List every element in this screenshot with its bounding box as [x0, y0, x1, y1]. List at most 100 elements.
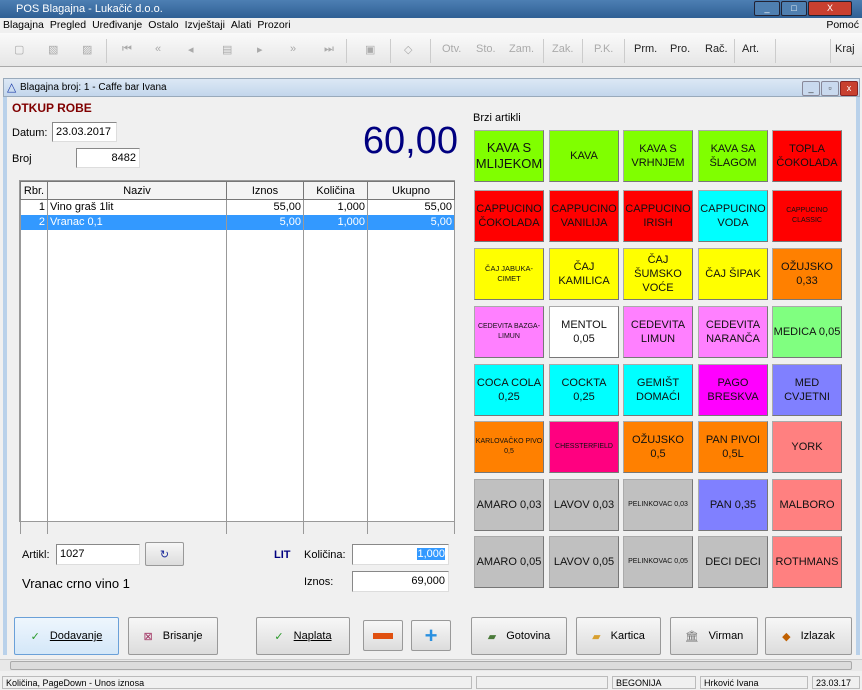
quick-item-button[interactable]: KARLOVAČKO PIVO 0,5: [474, 421, 544, 473]
menu-pregled[interactable]: Pregled: [47, 18, 89, 32]
col-naziv[interactable]: Naziv: [47, 181, 227, 200]
toolbar-zam[interactable]: Zam.: [509, 43, 534, 55]
pay-button[interactable]: ✓ Naplata: [256, 617, 350, 655]
date-field[interactable]: 23.03.2017: [52, 122, 117, 142]
menu-izvjestaji[interactable]: Izvještaji: [182, 18, 228, 32]
toolbar-pro[interactable]: Pro.: [670, 43, 690, 55]
quick-item-button[interactable]: KAVA SA ŠLAGOM: [698, 130, 768, 182]
quick-item-button[interactable]: CAPPUCINO ČOKOLADA: [474, 190, 544, 242]
close-button[interactable]: X: [808, 1, 852, 16]
quick-item-button[interactable]: AMARO 0,03: [474, 479, 544, 531]
quick-item-button[interactable]: OŽUJSKO 0,5: [623, 421, 693, 473]
quick-item-button[interactable]: YORK: [772, 421, 842, 473]
quick-item-button[interactable]: CEDEVITA LIMUN: [623, 306, 693, 358]
quick-item-button[interactable]: MENTOL 0,05: [549, 306, 619, 358]
quick-item-button[interactable]: LAVOV 0,03: [549, 479, 619, 531]
quick-item-button[interactable]: TOPLA ČOKOLADA: [772, 130, 842, 182]
next-page-icon[interactable]: »: [290, 43, 296, 55]
minimize-button[interactable]: _: [754, 1, 780, 16]
edit-icon[interactable]: ▧: [48, 43, 58, 56]
quick-item-button[interactable]: KAVA S VRHNJEM: [623, 130, 693, 182]
kolicina-field[interactable]: 1,000: [352, 544, 449, 565]
transfer-button[interactable]: 🏛 Virman: [670, 617, 758, 655]
prev-page-icon[interactable]: «: [155, 43, 161, 55]
horizontal-scrollbar[interactable]: [0, 659, 862, 671]
quick-item-button[interactable]: PAN PIVOI 0,5L: [698, 421, 768, 473]
delete-button[interactable]: ⊠ Brisanje: [128, 617, 218, 655]
quick-item-button[interactable]: ROTHMANS: [772, 536, 842, 588]
scrollbar-thumb[interactable]: [10, 661, 852, 670]
exit-button[interactable]: ◆ Izlazak: [765, 617, 852, 655]
quick-item-button[interactable]: OŽUJSKO 0,33: [772, 248, 842, 300]
new-icon[interactable]: ▢: [14, 43, 24, 56]
cash-button[interactable]: ▰ Gotovina: [471, 617, 567, 655]
toolbar-sto[interactable]: Sto.: [476, 43, 496, 55]
last-icon[interactable]: ⏭: [324, 43, 334, 56]
quick-item-button[interactable]: PELINKOVAC 0,03: [623, 479, 693, 531]
toolbar-art[interactable]: Art.: [742, 43, 759, 55]
quick-item-button[interactable]: CAPPUCINO CLASSIC: [772, 190, 842, 242]
quick-item-button[interactable]: MALBORO: [772, 479, 842, 531]
menu-ostalo[interactable]: Ostalo: [145, 18, 181, 32]
quick-item-button[interactable]: MEDICA 0,05: [772, 306, 842, 358]
prev-icon[interactable]: ◂: [188, 43, 194, 56]
quick-item-button[interactable]: CAPPUCINO VANILIJA: [549, 190, 619, 242]
quick-item-button[interactable]: PAGO BRESKVA: [698, 364, 768, 416]
child-minimize-button[interactable]: _: [802, 81, 820, 96]
quick-item-button[interactable]: GEMIŠT DOMAĆI: [623, 364, 693, 416]
toolbar-rac[interactable]: Rač.: [705, 43, 728, 55]
col-kolicina[interactable]: Količina: [303, 181, 368, 200]
quick-item-button[interactable]: CAPPUCINO VODA: [698, 190, 768, 242]
doc-icon[interactable]: ▤: [222, 43, 232, 56]
minus-button[interactable]: [363, 620, 403, 651]
quick-item-button[interactable]: PELINKOVAC 0,05: [623, 536, 693, 588]
plus-button[interactable]: +: [411, 620, 451, 651]
quick-item-button[interactable]: PAN 0,35: [698, 479, 768, 531]
quick-item-button[interactable]: CEDEVITA NARANČA: [698, 306, 768, 358]
quick-item-button[interactable]: CEDEVITA BAZGA-LIMUN: [474, 306, 544, 358]
menu-prozori[interactable]: Prozori: [254, 18, 293, 32]
col-iznos[interactable]: Iznos: [226, 181, 304, 200]
toolbar-kraj[interactable]: Kraj: [835, 43, 855, 55]
quick-item-button[interactable]: ČAJ ŠIPAK: [698, 248, 768, 300]
toolbar-pk[interactable]: P.K.: [594, 43, 613, 55]
menu-uredivanje[interactable]: Uređivanje: [89, 18, 145, 32]
quick-item-button[interactable]: COCA COLA 0,25: [474, 364, 544, 416]
quick-item-button[interactable]: AMARO 0,05: [474, 536, 544, 588]
toolbar-prm[interactable]: Prm.: [634, 43, 657, 55]
col-ukupno[interactable]: Ukupno: [367, 181, 455, 200]
card-button[interactable]: ▰ Kartica: [576, 617, 661, 655]
delete-doc-icon[interactable]: ▨: [82, 43, 92, 56]
quick-item-button[interactable]: ČAJ JABUKA-CIMET: [474, 248, 544, 300]
lookup-button[interactable]: ↻: [145, 542, 184, 566]
quick-item-button[interactable]: CHESSTERFIELD: [549, 421, 619, 473]
menu-blagajna[interactable]: Blagajna: [0, 18, 47, 32]
first-icon[interactable]: ⏮: [122, 43, 132, 56]
next-icon[interactable]: ▸: [257, 43, 263, 56]
toolbar-otv[interactable]: Otv.: [442, 43, 461, 55]
iznos-field[interactable]: 69,000: [352, 571, 449, 592]
quick-item-button[interactable]: MED CVJETNI: [772, 364, 842, 416]
child-restore-button[interactable]: ▫: [821, 81, 839, 96]
broj-field[interactable]: 8482: [76, 148, 140, 168]
add-button[interactable]: ✓ Dodavanje: [14, 617, 119, 655]
quick-item-button[interactable]: KAVA S MLIJEKOM: [474, 130, 544, 182]
toolbar-zak[interactable]: Zak.: [552, 43, 573, 55]
quick-item-button[interactable]: LAVOV 0,05: [549, 536, 619, 588]
table-row-selected[interactable]: 2 Vranac 0,1 5,00 1,000 5,00: [20, 214, 455, 230]
quick-item-button[interactable]: KAVA: [549, 130, 619, 182]
quick-item-button[interactable]: DECI DECI: [698, 536, 768, 588]
col-rbr[interactable]: Rbr.: [20, 181, 48, 200]
child-close-button[interactable]: x: [840, 81, 858, 96]
print-icon[interactable]: ▣: [365, 43, 375, 56]
tag-icon[interactable]: ◇: [404, 43, 412, 56]
quick-item-button[interactable]: COCKTA 0,25: [549, 364, 619, 416]
artikl-field[interactable]: 1027: [56, 544, 140, 565]
quick-item-button[interactable]: ČAJ KAMILICA: [549, 248, 619, 300]
quick-item-button[interactable]: CAPPUCINO IRISH: [623, 190, 693, 242]
maximize-button[interactable]: □: [781, 1, 807, 16]
menu-alati[interactable]: Alati: [228, 18, 254, 32]
quick-item-button[interactable]: ČAJ ŠUMSKO VOĆE: [623, 248, 693, 300]
menu-help[interactable]: Pomoć: [823, 18, 862, 32]
items-table[interactable]: Rbr. Naziv Iznos Količina Ukupno 1 Vino g…: [19, 180, 455, 534]
